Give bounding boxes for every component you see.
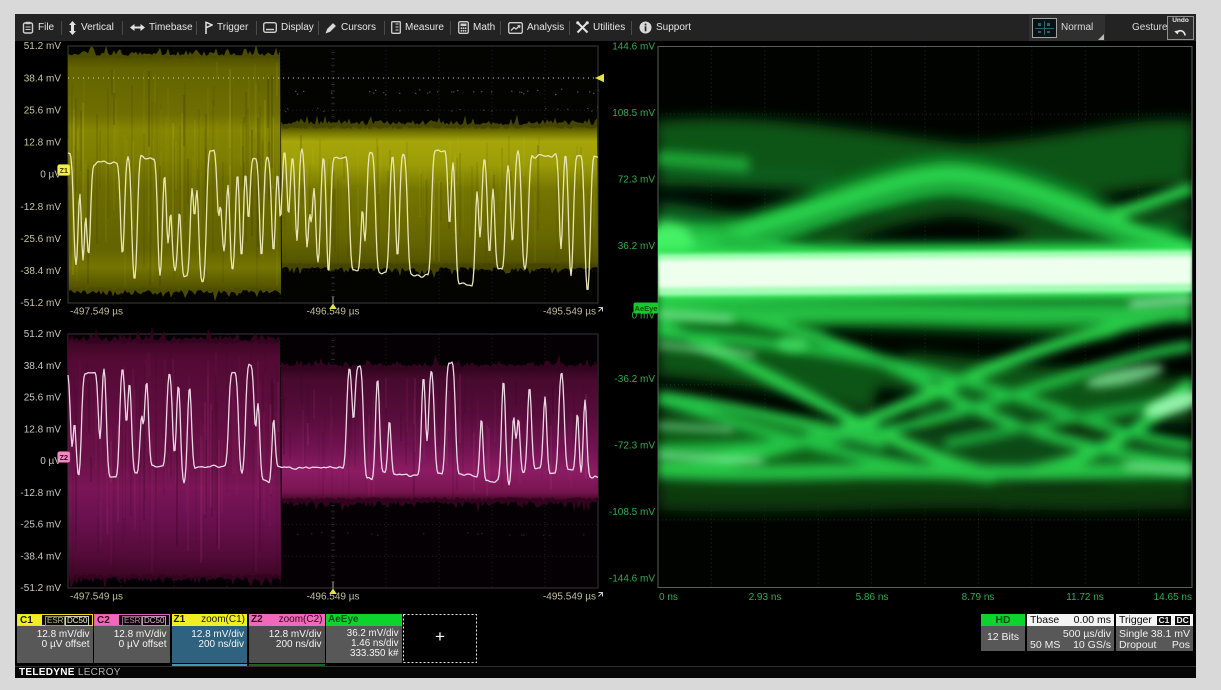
svg-text:11.72 ns: 11.72 ns: [1066, 592, 1104, 603]
svg-text:-72.3 mV: -72.3 mV: [614, 441, 655, 452]
svg-text:25.6 mV: 25.6 mV: [24, 393, 62, 404]
svg-text:-36.2 mV: -36.2 mV: [614, 374, 655, 385]
svg-text:-497.549 µs: -497.549 µs: [70, 592, 123, 603]
svg-text:-108.5 mV: -108.5 mV: [609, 507, 655, 518]
svg-text:5.86 ns: 5.86 ns: [856, 592, 889, 603]
svg-text:0 µV: 0 µV: [40, 170, 61, 181]
svg-text:-25.6 mV: -25.6 mV: [20, 520, 61, 531]
svg-text:-38.4 mV: -38.4 mV: [20, 266, 61, 277]
svg-text:-12.8 mV: -12.8 mV: [20, 488, 61, 499]
svg-text:-12.8 mV: -12.8 mV: [20, 202, 61, 213]
svg-text:25.6 mV: 25.6 mV: [24, 106, 62, 117]
svg-text:-38.4 mV: -38.4 mV: [20, 552, 61, 563]
svg-text:AeEye: AeEye: [635, 304, 658, 313]
svg-text:51.2 mV: 51.2 mV: [24, 41, 62, 52]
svg-text:12.8 mV: 12.8 mV: [24, 424, 62, 435]
svg-text:36.2 mV: 36.2 mV: [618, 241, 656, 252]
svg-text:-25.6 mV: -25.6 mV: [20, 234, 61, 245]
svg-text:144.6 mV: 144.6 mV: [612, 42, 655, 53]
svg-text:2.93 ns: 2.93 ns: [749, 592, 782, 603]
svg-text:12.8 mV: 12.8 mV: [24, 138, 62, 149]
svg-text:-495.549 µs: -495.549 µs: [543, 592, 596, 603]
svg-text:51.2 mV: 51.2 mV: [24, 329, 62, 340]
svg-text:-497.549 µs: -497.549 µs: [70, 307, 123, 318]
svg-text:0 µV: 0 µV: [40, 456, 61, 467]
svg-text:0 ns: 0 ns: [659, 592, 678, 603]
svg-text:14.65 ns: 14.65 ns: [1154, 592, 1192, 603]
svg-text:-51.2 mV: -51.2 mV: [20, 583, 61, 594]
svg-text:-495.549 µs: -495.549 µs: [543, 307, 596, 318]
svg-text:-51.2 mV: -51.2 mV: [20, 298, 61, 309]
svg-text:-144.6 mV: -144.6 mV: [609, 574, 655, 585]
svg-text:38.4 mV: 38.4 mV: [24, 73, 62, 84]
svg-text:108.5 mV: 108.5 mV: [612, 108, 655, 119]
svg-text:72.3 mV: 72.3 mV: [618, 175, 656, 186]
svg-text:8.79 ns: 8.79 ns: [962, 592, 995, 603]
svg-text:38.4 mV: 38.4 mV: [24, 361, 62, 372]
